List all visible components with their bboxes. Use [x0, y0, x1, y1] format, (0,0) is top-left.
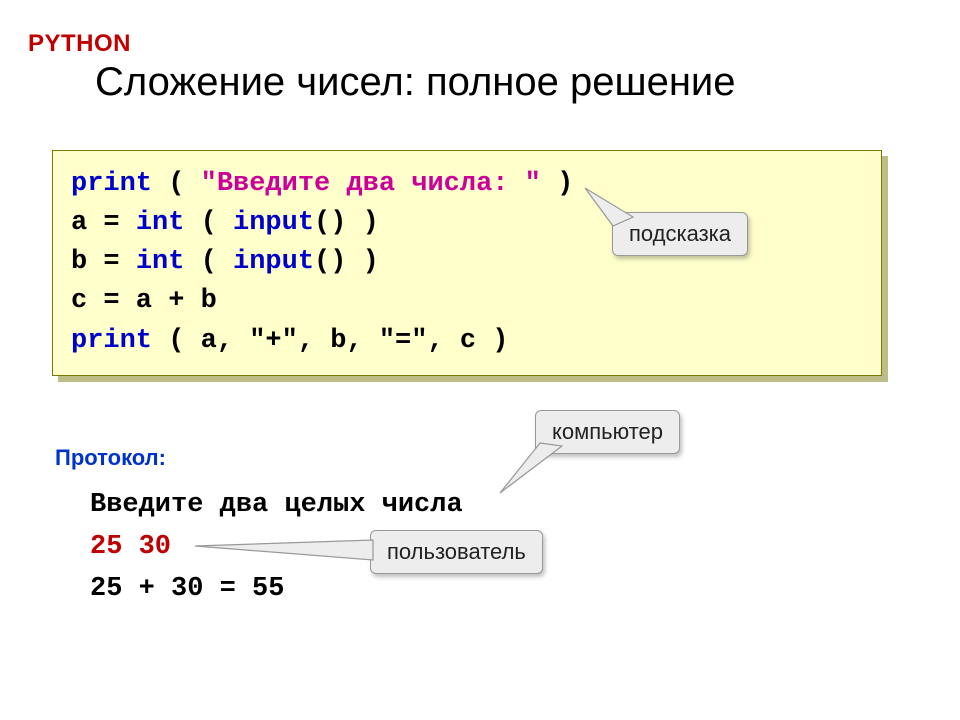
code-text: (: [152, 169, 201, 199]
keyword-print: print: [71, 169, 152, 199]
protocol-heading: Протокол:: [55, 445, 166, 471]
code-line-4: c = a + b: [71, 282, 863, 321]
keyword-int: int: [136, 247, 185, 277]
code-text: =: [87, 208, 136, 238]
protocol-line-3: 25 + 30 = 55: [90, 569, 463, 611]
slide-title: Сложение чисел: полное решение: [95, 60, 930, 105]
code-text: ): [541, 169, 573, 199]
string-literal: "Введите два числа: ": [201, 169, 541, 199]
language-label: PYTHON: [28, 30, 131, 58]
code-text: c = a + b: [71, 286, 217, 316]
keyword-input: input: [233, 247, 314, 277]
code-text: ( a, "+", b, "=", c ): [152, 326, 508, 356]
keyword-int: int: [136, 208, 185, 238]
keyword-print: print: [71, 326, 152, 356]
protocol-line-1: Введите два целых числа: [90, 485, 463, 527]
callout-user: пользователь: [370, 530, 543, 574]
callout-hint: подсказка: [612, 212, 748, 256]
code-text: b: [71, 247, 87, 277]
keyword-input: input: [233, 208, 314, 238]
code-text: (: [184, 208, 233, 238]
code-text: =: [87, 247, 136, 277]
callout-computer: компьютер: [535, 410, 680, 454]
code-line-1: print ( "Введите два числа: " ): [71, 165, 863, 204]
code-text: a: [71, 208, 87, 238]
code-block: print ( "Введите два числа: " ) a = int …: [52, 150, 882, 376]
slide-root: PYTHON Сложение чисел: полное решение pr…: [0, 0, 960, 720]
code-line-5: print ( a, "+", b, "=", c ): [71, 322, 863, 361]
code-text: () ): [314, 247, 379, 277]
code-text: (: [184, 247, 233, 277]
code-text: () ): [314, 208, 379, 238]
